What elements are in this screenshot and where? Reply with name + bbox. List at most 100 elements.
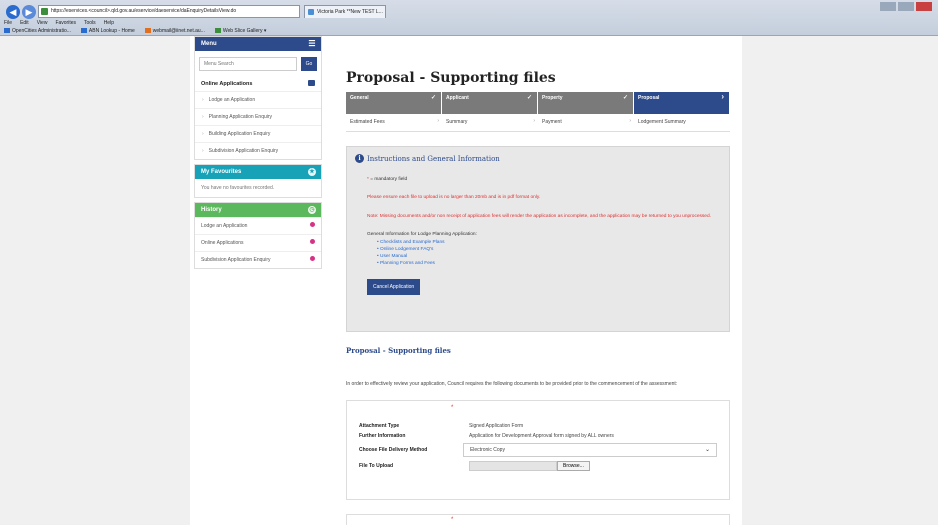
- further-info-value: Application for Development Approval for…: [469, 433, 614, 439]
- menu-tools[interactable]: Tools: [84, 20, 96, 26]
- missing-docs-warning: Note: Missing documents and/or non recei…: [367, 214, 711, 219]
- chevron-down-icon: ⌄: [704, 447, 710, 453]
- sidebar-item-planning-enquiry[interactable]: Planning Application Enquiry: [195, 108, 321, 125]
- minimize-icon[interactable]: [880, 2, 896, 11]
- favourites-panel-header: My Favourites ★: [195, 165, 321, 179]
- step-proposal[interactable]: Proposal ›: [634, 92, 730, 114]
- favourites-title: My Favourites: [201, 169, 242, 175]
- chevron-right-icon: ›: [629, 118, 631, 124]
- cancel-application-button[interactable]: Cancel Application: [367, 279, 421, 295]
- file-upload-label: File To Upload: [359, 463, 394, 469]
- section-heading: Proposal - Supporting files: [346, 346, 451, 355]
- file-upload-row: File To Upload Browse...: [359, 461, 717, 471]
- link-forms-fees[interactable]: Planning Forms and Fees: [377, 260, 721, 267]
- info-icon: i: [355, 154, 364, 163]
- menu-file[interactable]: File: [4, 20, 12, 26]
- back-icon[interactable]: ◀: [6, 5, 20, 19]
- tab-title: Victoria Park **New TEST L...: [317, 9, 383, 15]
- sidebar-item-lodge[interactable]: Lodge an Application: [195, 91, 321, 108]
- sidebar-item-building-enquiry[interactable]: Building Application Enquiry: [195, 125, 321, 142]
- check-icon: ✓: [526, 95, 532, 101]
- pin-icon[interactable]: [310, 256, 315, 261]
- clock-icon: ◷: [308, 206, 316, 214]
- instructions-box: i Instructions and General Information *…: [346, 146, 730, 332]
- forward-icon[interactable]: ▶: [22, 5, 36, 19]
- general-info-links: Checklists and Example Plans Online Lodg…: [367, 239, 721, 267]
- sidebar-item-subdivision-enquiry[interactable]: Subdivision Application Enquiry: [195, 142, 321, 159]
- star-icon: ★: [308, 168, 316, 176]
- favourites-panel: My Favourites ★ You have no favourites r…: [194, 164, 322, 198]
- browser-chrome: ◀ ▶ https://eservices.<council>.qld.gov.…: [0, 0, 938, 36]
- pin-icon[interactable]: [310, 222, 315, 227]
- fav-link[interactable]: ABN Lookup - Home: [80, 28, 135, 34]
- substep-lodgement-summary[interactable]: Lodgement Summary: [634, 114, 730, 131]
- page-title: Proposal - Supporting files: [346, 70, 556, 86]
- further-info-label: Further Information: [359, 433, 406, 439]
- wizard-steps: General ✓ Applicant ✓ Property ✓ Proposal ›: [346, 92, 730, 114]
- check-icon: ✓: [430, 95, 436, 101]
- maximize-icon[interactable]: [898, 2, 914, 11]
- intro-text: In order to effectively review your appl…: [346, 381, 678, 387]
- address-text: https://eservices.<council>.qld.gov.au/e…: [51, 8, 237, 14]
- file-path-field[interactable]: [469, 461, 557, 471]
- menu-search-go-button[interactable]: Go: [301, 57, 317, 71]
- history-panel: History ◷ Lodge an Application Online Ap…: [194, 202, 322, 269]
- step-property[interactable]: Property ✓: [538, 92, 634, 114]
- instructions-title: i Instructions and General Information: [355, 154, 721, 163]
- step-general[interactable]: General ✓: [346, 92, 442, 114]
- attachment-form: * Attachment Type Signed Application For…: [346, 400, 730, 500]
- link-faqs[interactable]: Online Lodgement FAQ's: [377, 246, 721, 253]
- browser-menubar: File Edit View Favorites Tools Help: [4, 20, 114, 26]
- menu-panel-title: Menu: [201, 41, 217, 47]
- menu-help[interactable]: Help: [104, 20, 114, 26]
- further-info-row: Further Information Application for Deve…: [359, 433, 717, 439]
- wizard-substeps: Estimated Fees › Summary › Payment › Lodgem…: [346, 114, 730, 132]
- pin-icon[interactable]: [310, 239, 315, 244]
- step-applicant[interactable]: Applicant ✓: [442, 92, 538, 114]
- substep-summary[interactable]: Summary ›: [442, 114, 538, 131]
- history-item-lodge[interactable]: Lodge an Application: [195, 217, 321, 234]
- mail-icon: [144, 28, 151, 34]
- fav-link[interactable]: Web Slice Gallery ▾: [214, 28, 266, 34]
- fav-link[interactable]: OpenCities Administratio...: [4, 28, 71, 34]
- star-icon: [4, 28, 10, 34]
- attachment-type-row: Attachment Type Signed Application Form: [359, 423, 717, 429]
- hamburger-icon[interactable]: ☰: [308, 40, 316, 48]
- main-content: Proposal - Supporting files General ✓ App…: [346, 36, 730, 500]
- delivery-method-select[interactable]: Electronic Copy ⌄: [462, 443, 717, 457]
- web-slice-icon: [214, 28, 221, 34]
- attachment-type-value: Signed Application Form: [469, 423, 524, 429]
- history-item-subdivision[interactable]: Subdivision Application Enquiry: [195, 251, 321, 268]
- address-bar[interactable]: https://eservices.<council>.qld.gov.au/e…: [38, 5, 300, 18]
- menu-view[interactable]: View: [37, 20, 48, 26]
- fav-link[interactable]: webmail@iinet.net.au...: [144, 28, 205, 34]
- file-upload-control: Browse...: [469, 461, 590, 471]
- attachment-type-label: Attachment Type: [359, 423, 400, 429]
- menu-favorites[interactable]: Favorites: [55, 20, 76, 26]
- mandatory-note: * = mandatory field: [367, 177, 408, 182]
- instructions-body: * = mandatory field Please ensure each f…: [355, 177, 721, 295]
- menu-search-input[interactable]: [199, 57, 297, 71]
- substep-estimated-fees[interactable]: Estimated Fees ›: [346, 114, 442, 131]
- briefcase-icon: [308, 80, 315, 86]
- chevron-right-icon: ›: [721, 92, 724, 101]
- menu-edit[interactable]: Edit: [20, 20, 29, 26]
- delivery-method-label: Choose File Delivery Method: [359, 447, 428, 453]
- check-icon: ✓: [622, 95, 628, 101]
- online-applications-title: Online Applications: [195, 77, 321, 91]
- browse-button[interactable]: Browse...: [557, 461, 590, 471]
- favourites-empty-text: You have no favourites recorded.: [201, 185, 275, 191]
- history-item-online-apps[interactable]: Online Applications: [195, 234, 321, 251]
- history-panel-header: History ◷: [195, 203, 321, 217]
- chevron-right-icon: ›: [437, 118, 439, 124]
- substep-payment[interactable]: Payment ›: [538, 114, 634, 131]
- favorites-bar: OpenCities Administratio... ABN Lookup -…: [4, 28, 266, 34]
- file-size-warning: Please ensure each file to upload is no …: [367, 195, 541, 200]
- link-checklists[interactable]: Checklists and Example Plans: [377, 239, 721, 246]
- close-icon[interactable]: [916, 2, 932, 11]
- window-controls: [880, 2, 932, 11]
- history-title: History: [201, 207, 222, 213]
- link-user-manual[interactable]: User Manual: [377, 253, 721, 260]
- browser-tab[interactable]: Victoria Park **New TEST L...: [304, 5, 386, 18]
- delivery-method-row: Choose File Delivery Method Electronic C…: [359, 443, 717, 457]
